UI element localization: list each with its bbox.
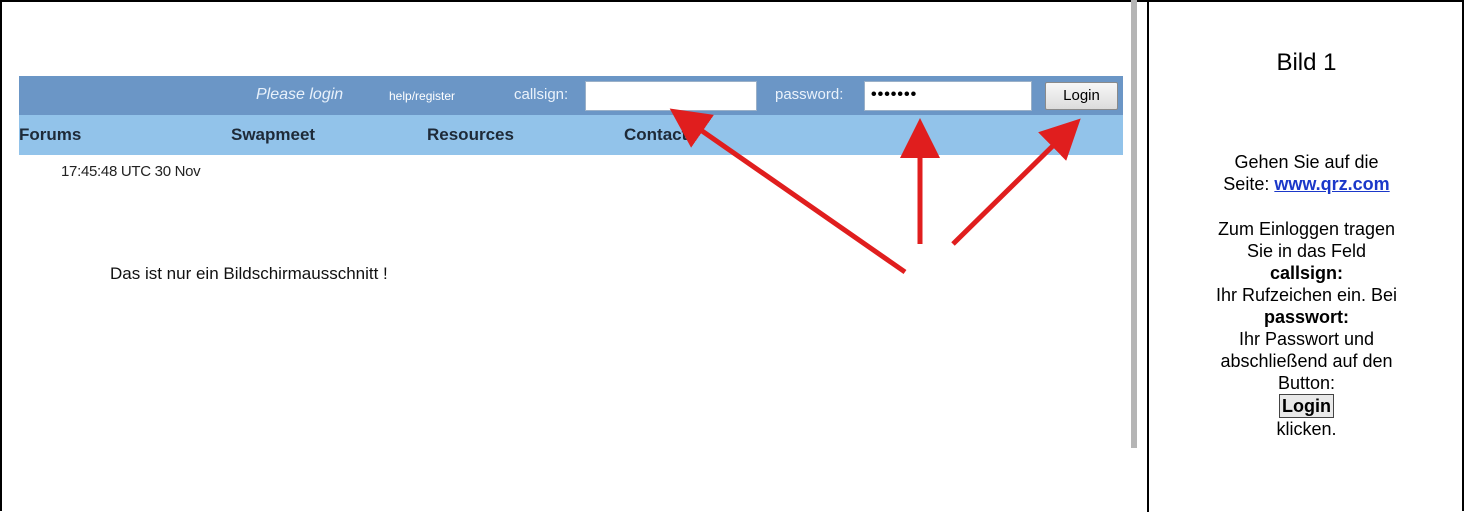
password-term: passwort: <box>1263 307 1350 327</box>
login-term: Login <box>1279 394 1334 418</box>
step-1-site: Seite: www.qrz.com <box>1149 173 1464 195</box>
step-1-line: Gehen Sie auf die <box>1234 152 1379 172</box>
step-2-line-3: Ihr Rufzeichen ein. Bei <box>1215 285 1398 305</box>
login-term-row: Login <box>1149 394 1464 418</box>
arrow-to-login <box>951 118 1081 246</box>
step-2-line-4: Ihr Passwort und <box>1238 329 1375 349</box>
site-prefix: Seite: <box>1223 174 1275 194</box>
step-1: Gehen Sie auf die Seite: www.qrz.com <box>1149 151 1464 195</box>
qrz-link[interactable]: www.qrz.com <box>1274 174 1389 194</box>
callsign-term: callsign: <box>1269 263 1344 283</box>
step-2-line-5: abschließend auf den <box>1220 351 1393 371</box>
step-2-line-2: Sie in das Feld <box>1246 241 1367 261</box>
step-2: Zum Einloggen tragen Sie in das Feld cal… <box>1149 218 1464 440</box>
step-2-line-1: Zum Einloggen tragen <box>1217 219 1396 239</box>
step-2-line-7: klicken. <box>1276 419 1337 439</box>
arrow-to-callsign <box>669 108 907 275</box>
figure-title: Bild 1 <box>1276 49 1337 76</box>
step-2-line-6: Button: <box>1277 373 1336 393</box>
instruction-panel: Bild 1 Gehen Sie auf die Seite: www.qrz.… <box>1149 0 1464 512</box>
